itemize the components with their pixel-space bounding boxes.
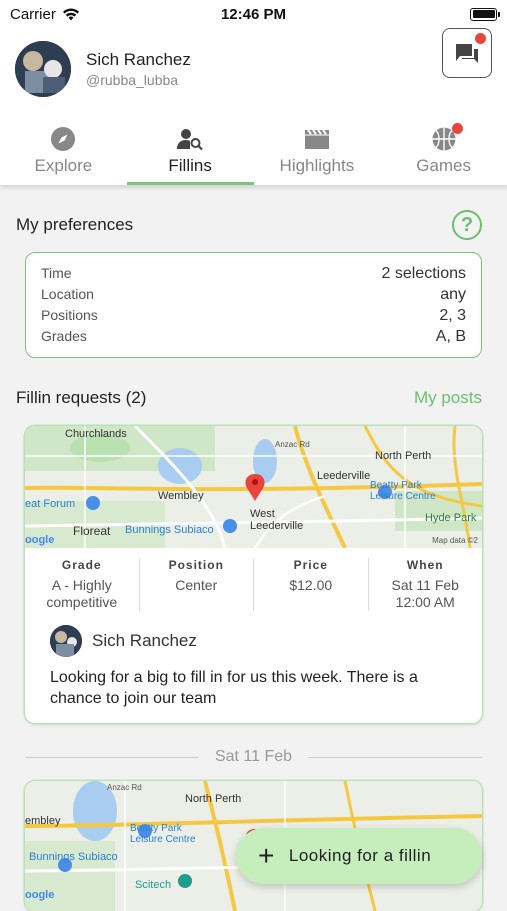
profile-header: Sich Ranchez @rubba_lubba	[0, 28, 507, 110]
tab-label: Fillins	[168, 156, 212, 175]
map-label: oogle	[25, 534, 55, 546]
tab-highlights[interactable]: Highlights	[254, 110, 381, 185]
pref-row-location: Location any	[41, 284, 466, 305]
position-column: Position Center	[140, 558, 254, 611]
pref-row-positions: Positions 2, 3	[41, 305, 466, 326]
notification-dot	[451, 123, 463, 134]
tab-games[interactable]: Games	[380, 110, 507, 185]
date-separator-label: Sat 11 Feb	[214, 748, 293, 765]
looking-for-fillin-button[interactable]: + Looking for a fillin	[236, 828, 482, 884]
help-icon[interactable]: ?	[452, 210, 482, 240]
map-label: Bunnings Subiaco	[125, 524, 214, 536]
pref-key: Grades	[41, 328, 87, 344]
date-separator: Sat 11 Feb	[25, 748, 482, 766]
map-preview[interactable]: Churchlands Anzac Rd North Perth Leederv…	[25, 426, 482, 548]
map-label: Leederville	[317, 470, 371, 482]
carrier-label: Carrier	[10, 5, 56, 23]
fillin-requests-title: Fillin requests (2)	[16, 388, 147, 407]
map-label: Churchlands	[65, 428, 127, 440]
pref-key: Location	[41, 286, 94, 302]
avatar[interactable]	[15, 41, 71, 97]
when-heading: When	[406, 558, 444, 572]
position-heading: Position	[168, 558, 224, 572]
fillin-request-card[interactable]: Churchlands Anzac Rd North Perth Leederv…	[25, 426, 482, 723]
price-heading: Price	[293, 558, 328, 572]
price-value: $12.00	[289, 577, 333, 593]
tab-label: Highlights	[279, 156, 355, 175]
map-label: Hyde Park	[425, 512, 477, 524]
preferences-card[interactable]: Time 2 selections Location any Positions…	[25, 252, 482, 358]
map-label: North Perth	[185, 793, 242, 805]
status-bar: Carrier 12:46 PM	[0, 0, 507, 28]
messages-button[interactable]	[442, 28, 492, 78]
grade-heading: Grade	[61, 558, 102, 572]
map-label: oogle	[25, 889, 55, 901]
user-handle: @rubba_lubba	[86, 72, 179, 88]
clapperboard-icon	[304, 129, 329, 149]
pref-key: Positions	[41, 307, 98, 323]
price-column: Price $12.00	[254, 558, 369, 611]
map-label: Anzac Rd	[275, 440, 310, 449]
map-label: Floreat	[73, 524, 111, 538]
map-label: Anzac Rd	[107, 783, 142, 792]
map-label: North Perth	[375, 450, 432, 462]
tab-explore[interactable]: Explore	[0, 110, 127, 185]
tab-label: Explore	[34, 156, 93, 175]
chat-icon	[456, 44, 478, 63]
grade-column: Grade A - Highly competitive	[25, 558, 140, 611]
map-label: embley	[25, 815, 61, 827]
notification-dot	[475, 33, 486, 44]
map-label: West Leederville	[250, 508, 304, 532]
position-value: Center	[175, 577, 218, 593]
pref-value: 2 selections	[381, 265, 467, 282]
preferences-title: My preferences	[16, 215, 134, 234]
pref-row-time: Time 2 selections	[41, 263, 466, 284]
when-date: Sat 11 Feb	[391, 577, 459, 593]
compass-icon	[51, 127, 76, 151]
pref-value: A, B	[435, 328, 466, 345]
map-label: Map data ©2	[432, 536, 478, 545]
when-time: 12:00 AM	[395, 594, 455, 610]
request-details: Grade A - Highly competitive Position Ce…	[25, 548, 482, 611]
pref-key: Time	[41, 265, 72, 281]
poster-row: Sich Ranchez	[25, 611, 482, 657]
map-label: Scitech	[135, 879, 172, 891]
poster-name: Sich Ranchez	[92, 631, 197, 650]
wifi-icon	[62, 8, 79, 20]
person-search-icon	[177, 129, 203, 151]
pref-value: 2, 3	[439, 307, 466, 324]
poster-avatar	[50, 625, 82, 657]
map-label: eat Forum	[25, 498, 76, 510]
tab-bar: Explore Fillins Highlights Games	[0, 110, 507, 185]
pref-value: any	[440, 286, 466, 303]
plus-icon: +	[258, 840, 275, 871]
map-label: Beatty Park Leisure Centre	[370, 480, 436, 502]
map-label: Wembley	[158, 490, 204, 502]
grade-value: A - Highly competitive	[46, 577, 118, 610]
map-label: Bunnings Subiaco	[29, 851, 118, 863]
fab-label: Looking for a fillin	[288, 846, 432, 865]
user-name: Sich Ranchez	[86, 50, 191, 69]
tab-label: Games	[416, 156, 472, 175]
when-column: When Sat 11 Feb 12:00 AM	[369, 558, 483, 611]
my-posts-link[interactable]: My posts	[414, 388, 482, 408]
battery-icon	[470, 7, 500, 21]
map-label: Beatty Park Leisure Centre	[130, 823, 196, 845]
tab-fillins[interactable]: Fillins	[126, 110, 254, 185]
pref-row-grades: Grades A, B	[41, 326, 466, 347]
request-description: Looking for a big to fill in for us this…	[50, 669, 418, 707]
